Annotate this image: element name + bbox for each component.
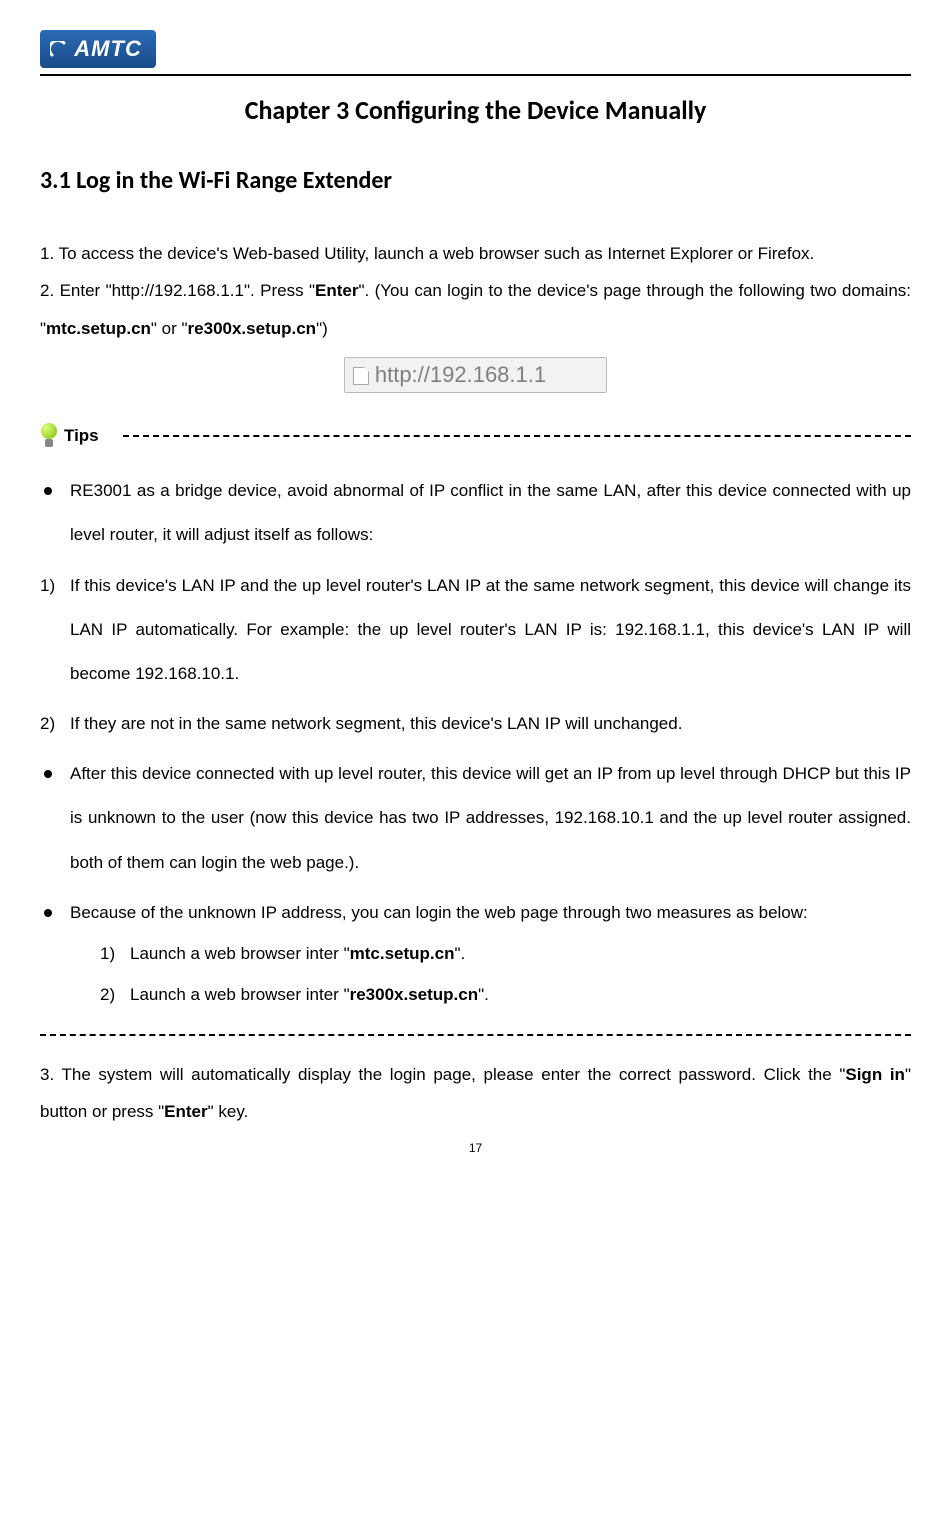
text-fragment: ". [454, 944, 465, 963]
header-divider [40, 74, 911, 76]
text-fragment: ". [478, 985, 489, 1004]
domain-2: re300x.setup.cn [188, 319, 317, 338]
bullet-item-1: RE3001 as a bridge device, avoid abnorma… [40, 469, 911, 557]
tips-bullet-list-2: After this device connected with up leve… [40, 752, 911, 1014]
list-number: 1) [40, 564, 55, 608]
chapter-title: Chapter 3 Configuring the Device Manuall… [40, 94, 911, 126]
tips-header-row: Tips [40, 423, 911, 449]
signin-keyword: Sign in [845, 1065, 905, 1084]
dashed-divider [40, 1034, 911, 1036]
list-text: Because of the unknown IP address, you c… [70, 903, 808, 922]
list-number: 2) [40, 702, 55, 746]
list-number: 1) [100, 935, 115, 972]
brand-logo-text: AMTC [74, 36, 142, 61]
domain-bold: mtc.setup.cn [350, 944, 455, 963]
numbered-item-2: 2) If they are not in the same network s… [40, 702, 911, 746]
section-title: 3.1 Log in the Wi-Fi Range Extender [40, 166, 911, 195]
logo-arc-icon [50, 41, 68, 59]
sub-item-1: 1) Launch a web browser inter "mtc.setup… [100, 935, 911, 972]
page-number: 17 [40, 1141, 911, 1155]
enter-keyword: Enter [164, 1102, 207, 1121]
tips-label: Tips [64, 426, 99, 446]
domain-bold: re300x.setup.cn [350, 985, 479, 1004]
tips-bullet-list: RE3001 as a bridge device, avoid abnorma… [40, 469, 911, 557]
text-fragment: " key. [208, 1102, 249, 1121]
sub-item-2: 2) Launch a web browser inter "re300x.se… [100, 976, 911, 1013]
dashed-line [123, 435, 911, 437]
bullet-item-3: Because of the unknown IP address, you c… [40, 891, 911, 1014]
page-icon [353, 367, 369, 385]
text-fragment: " or " [151, 319, 188, 338]
tips-numbered-list: 1) If this device's LAN IP and the up le… [40, 564, 911, 747]
paragraph-step-2: 2. Enter "http://192.168.1.1". Press "En… [40, 272, 911, 347]
address-bar-text: http://192.168.1.1 [375, 362, 546, 387]
enter-keyword: Enter [315, 281, 358, 300]
bullet-item-2: After this device connected with up leve… [40, 752, 911, 885]
browser-address-bar: http://192.168.1.1 [344, 357, 607, 393]
document-page: AMTC Chapter 3 Configuring the Device Ma… [0, 0, 951, 1175]
paragraph-step-1: 1. To access the device's Web-based Util… [40, 235, 911, 272]
numbered-item-1: 1) If this device's LAN IP and the up le… [40, 564, 911, 697]
text-fragment: ") [316, 319, 328, 338]
text-fragment: 3. The system will automatically display… [40, 1065, 845, 1084]
paragraph-step-3: 3. The system will automatically display… [40, 1056, 911, 1131]
sub-numbered-list: 1) Launch a web browser inter "mtc.setup… [100, 935, 911, 1014]
domain-1: mtc.setup.cn [46, 319, 151, 338]
page-header: AMTC [40, 30, 911, 68]
lightbulb-icon [40, 423, 58, 449]
text-fragment: Launch a web browser inter " [130, 944, 350, 963]
text-fragment: 2. Enter "http://192.168.1.1". Press " [40, 281, 315, 300]
list-text: If this device's LAN IP and the up level… [70, 576, 911, 683]
brand-logo: AMTC [40, 30, 156, 68]
list-number: 2) [100, 976, 115, 1013]
address-bar-screenshot: http://192.168.1.1 [40, 357, 911, 393]
list-text: If they are not in the same network segm… [70, 714, 682, 733]
text-fragment: Launch a web browser inter " [130, 985, 350, 1004]
